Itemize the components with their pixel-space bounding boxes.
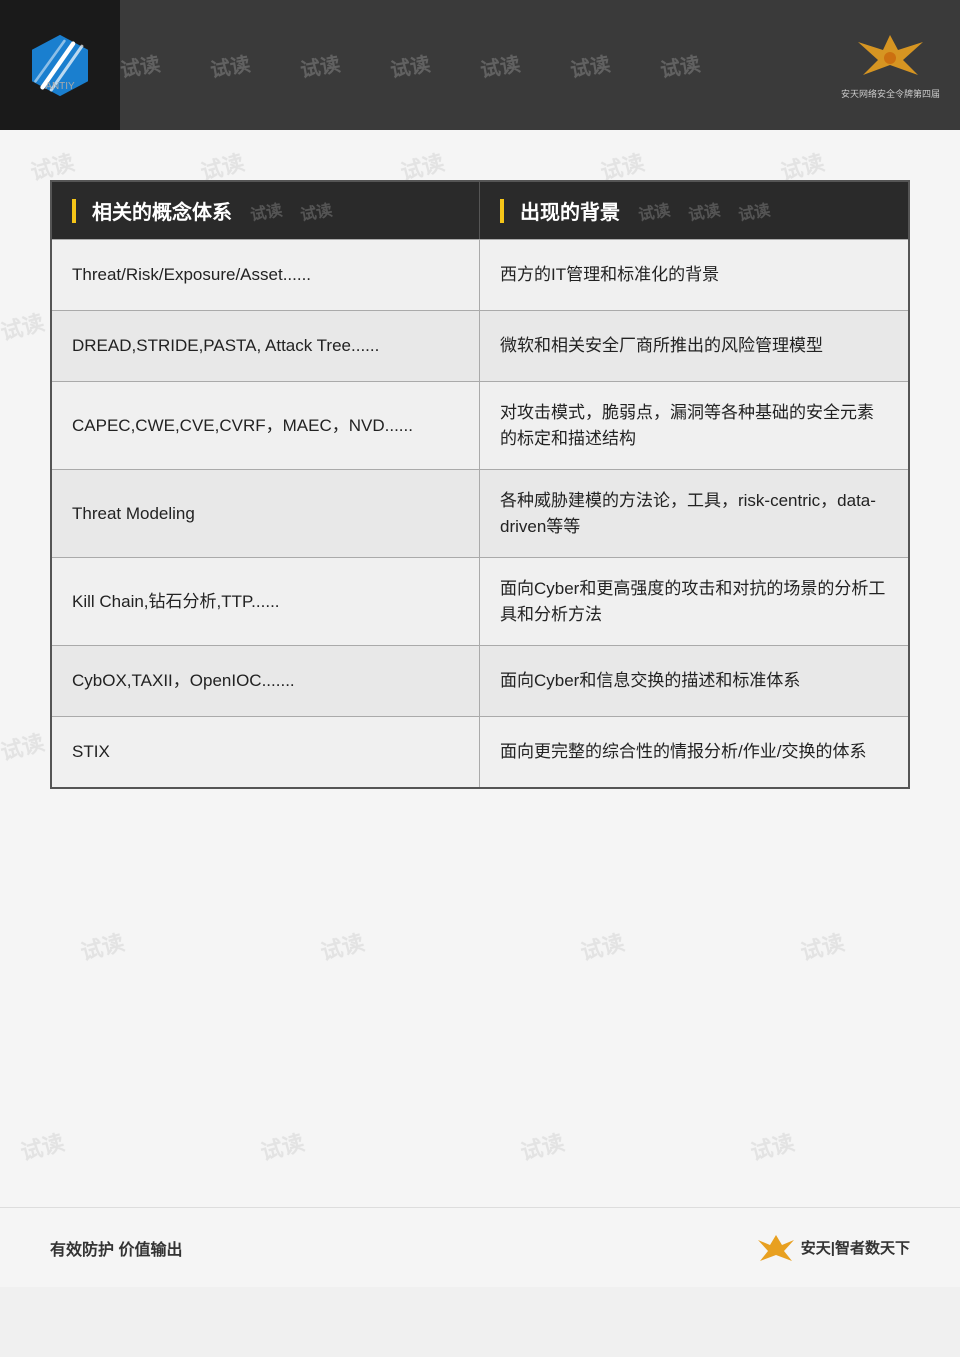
cwm-25: 试读: [747, 1125, 798, 1167]
header-wm-2: 试读: [208, 47, 252, 83]
row2-left: CAPEC,CWE,CVE,CVRF，MAEC，NVD......: [52, 382, 480, 469]
header-wm-6: 试读: [568, 47, 612, 83]
col2-header-text: 出现的背景: [520, 196, 620, 225]
logo-label: ANTIY: [45, 81, 74, 92]
footer-right-logo: 安天|智者数天下: [756, 1233, 910, 1263]
table-row: STIX 面向更完整的综合性的情报分析/作业/交换的体系: [52, 716, 908, 787]
table-row: Kill Chain,钻石分析,TTP...... 面向Cyber和更高强度的攻…: [52, 557, 908, 645]
row2-right: 对攻击模式，脆弱点，漏洞等各种基础的安全元素的标定和描述结构: [480, 382, 908, 469]
yellow-accent-1: [72, 199, 76, 223]
yellow-accent-2: [500, 199, 504, 223]
footer: 有效防护 价值输出 安天|智者数天下: [0, 1207, 960, 1287]
header-wm-inline-2: 试读: [298, 196, 334, 225]
header-wm-inline-5: 试读: [736, 196, 772, 225]
header: ANTIY 试读 试读 试读 试读 试读 试读 试读 安天网络安全令牌第四届: [0, 0, 960, 130]
header-watermarks: 试读 试读 试读 试读 试读 试读 试读: [100, 0, 860, 130]
cwm-23: 试读: [257, 1125, 308, 1167]
row3-left: Threat Modeling: [52, 470, 480, 557]
table-header: 相关的概念体系 试读 试读 出现的背景 试读 试读 试读: [52, 182, 908, 239]
main-content: 试读 试读 试读 试读 试读 试读 试读 试读 试读 试读 试读 试读 试读 试…: [0, 130, 960, 1287]
right-logo: 安天网络安全令牌第四届: [841, 30, 940, 100]
footer-brand-text: 安天|智者数天下: [801, 1237, 910, 1258]
row1-left: DREAD,STRIDE,PASTA, Attack Tree......: [52, 311, 480, 381]
row1-right: 微软和相关安全厂商所推出的风险管理模型: [480, 311, 908, 381]
footer-tagline: 有效防护 价值输出: [50, 1236, 182, 1260]
row6-right: 面向更完整的综合性的情报分析/作业/交换的体系: [480, 717, 908, 787]
col2-header: 出现的背景 试读 试读 试读: [480, 182, 908, 239]
col1-header-text: 相关的概念体系: [92, 196, 232, 225]
header-wm-inline-1: 试读: [248, 196, 284, 225]
header-wm-7: 试读: [658, 47, 702, 83]
cwm-19: 试读: [317, 925, 368, 967]
row3-right: 各种威胁建模的方法论，工具，risk-centric，data-driven等等: [480, 470, 908, 557]
table-row: CAPEC,CWE,CVE,CVRF，MAEC，NVD...... 对攻击模式，…: [52, 381, 908, 469]
row5-left: CybOX,TAXII，OpenIOC.......: [52, 646, 480, 716]
cwm-22: 试读: [17, 1125, 68, 1167]
header-wm-5: 试读: [478, 47, 522, 83]
col1-header: 相关的概念体系 试读 试读: [52, 182, 480, 239]
main-table: 相关的概念体系 试读 试读 出现的背景 试读 试读 试读 Threat/Risk…: [50, 180, 910, 789]
header-wm-4: 试读: [388, 47, 432, 83]
row5-right: 面向Cyber和信息交换的描述和标准体系: [480, 646, 908, 716]
header-wm-3: 试读: [298, 47, 342, 83]
row0-left: Threat/Risk/Exposure/Asset......: [52, 240, 480, 310]
table-row: Threat/Risk/Exposure/Asset...... 西方的IT管理…: [52, 239, 908, 310]
header-wm-inline-3: 试读: [636, 196, 672, 225]
cwm-24: 试读: [517, 1125, 568, 1167]
cwm-6: 试读: [0, 305, 47, 347]
row6-left: STIX: [52, 717, 480, 787]
table-row: CybOX,TAXII，OpenIOC....... 面向Cyber和信息交换的…: [52, 645, 908, 716]
right-logo-subtitle: 安天网络安全令牌第四届: [841, 87, 940, 100]
cwm-20: 试读: [577, 925, 628, 967]
cwm-14: 试读: [0, 725, 47, 767]
row0-right: 西方的IT管理和标准化的背景: [480, 240, 908, 310]
table-row: DREAD,STRIDE,PASTA, Attack Tree...... 微软…: [52, 310, 908, 381]
row4-left: Kill Chain,钻石分析,TTP......: [52, 558, 480, 645]
cwm-21: 试读: [797, 925, 848, 967]
table-row: Threat Modeling 各种威胁建模的方法论，工具，risk-centr…: [52, 469, 908, 557]
row4-right: 面向Cyber和更高强度的攻击和对抗的场景的分析工具和分析方法: [480, 558, 908, 645]
header-wm-1: 试读: [118, 47, 162, 83]
cwm-18: 试读: [77, 925, 128, 967]
header-wm-inline-4: 试读: [686, 196, 722, 225]
logo-hexagon: ANTIY: [25, 30, 95, 100]
